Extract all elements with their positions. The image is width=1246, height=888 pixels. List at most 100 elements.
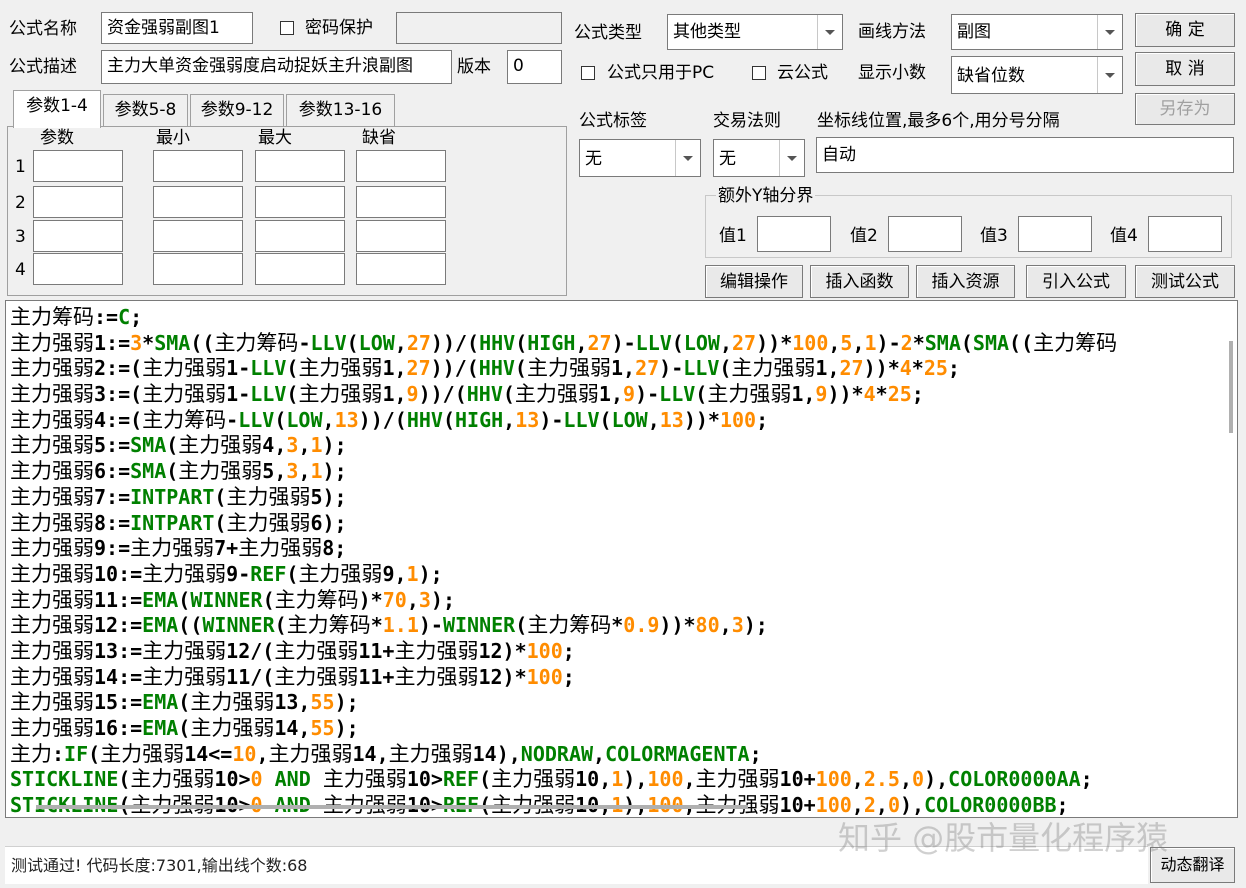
formula-tag-label: 公式标签 bbox=[579, 111, 647, 131]
y4-input[interactable] bbox=[1148, 216, 1222, 252]
code-line: 主力强弱9:=主力强弱7+主力强弱8; bbox=[10, 536, 347, 561]
trade-rule-label: 交易法则 bbox=[713, 111, 781, 131]
formula-type-select[interactable]: 其他类型 bbox=[667, 14, 843, 50]
formula-desc-label: 公式描述 bbox=[9, 57, 77, 77]
chevron-down-icon bbox=[1097, 57, 1122, 93]
code-line: 主力强弱5:=SMA(主力强弱4,3,1); bbox=[10, 433, 347, 458]
formula-name-label: 公式名称 bbox=[9, 19, 77, 39]
cloud-formula-label: 云公式 bbox=[777, 63, 828, 83]
code-line: 主力强弱6:=SMA(主力强弱5,3,1); bbox=[10, 459, 347, 484]
y2-label: 值2 bbox=[850, 226, 878, 246]
y2-input[interactable] bbox=[888, 216, 962, 252]
insert-function-button[interactable]: 插入函数 bbox=[810, 265, 909, 298]
param-4-name[interactable] bbox=[33, 253, 123, 285]
param-2-min[interactable] bbox=[153, 186, 243, 218]
tab-params-9-12[interactable]: 参数9-12 bbox=[190, 94, 284, 126]
param-1-default[interactable] bbox=[356, 150, 446, 182]
version-label: 版本 bbox=[457, 57, 491, 77]
code-line: 主力强弱8:=INTPART(主力强弱6); bbox=[10, 510, 347, 535]
y4-label: 值4 bbox=[1110, 226, 1138, 246]
y3-input[interactable] bbox=[1018, 216, 1092, 252]
code-line: 主力强弱15:=EMA(主力强弱13,55); bbox=[10, 690, 359, 715]
axis-position-input[interactable]: 自动 bbox=[816, 137, 1234, 173]
code-line: 主力强弱11:=EMA(WINNER(主力筹码)*70,3); bbox=[10, 587, 456, 612]
tab-params-5-8[interactable]: 参数5-8 bbox=[103, 94, 188, 126]
formula-desc-input[interactable]: 主力大单资金强弱度启动捉妖主升浪副图 bbox=[101, 50, 452, 84]
code-line: 主力:IF(主力强弱14<=10,主力强弱14,主力强弱14),NODRAW,C… bbox=[10, 741, 762, 766]
param-row-label: 4 bbox=[15, 260, 26, 280]
trade-rule-select[interactable]: 无 bbox=[713, 139, 805, 177]
pc-only-label: 公式只用于PC bbox=[607, 63, 715, 83]
param-1-name[interactable] bbox=[33, 150, 123, 182]
password-input[interactable] bbox=[396, 12, 562, 44]
formula-type-value: 其他类型 bbox=[673, 22, 741, 42]
trade-rule-value: 无 bbox=[719, 149, 736, 169]
decimals-label: 显示小数 bbox=[858, 63, 926, 83]
ok-button[interactable]: 确 定 bbox=[1135, 13, 1235, 47]
code-editor[interactable]: 主力筹码:=C; 主力强弱1:=3*SMA((主力筹码-LLV(LOW,27))/… bbox=[5, 300, 1238, 818]
test-formula-button[interactable]: 测试公式 bbox=[1135, 265, 1235, 298]
formula-tag-select[interactable]: 无 bbox=[579, 139, 701, 177]
draw-method-label: 画线方法 bbox=[858, 22, 926, 42]
watermark-text: 知乎 @股市量化程序猿 bbox=[838, 819, 1169, 857]
param-3-min[interactable] bbox=[153, 220, 243, 252]
param-header-default: 缺省 bbox=[362, 128, 396, 148]
pc-only-checkbox[interactable] bbox=[581, 66, 595, 80]
version-input[interactable]: 0 bbox=[507, 50, 562, 84]
param-2-max[interactable] bbox=[255, 186, 345, 218]
code-line: 主力强弱10:=主力强弱9-REF(主力强弱9,1); bbox=[10, 561, 443, 586]
param-2-default[interactable] bbox=[356, 186, 446, 218]
param-4-max[interactable] bbox=[255, 253, 345, 285]
code-line: 主力强弱16:=EMA(主力强弱14,55); bbox=[10, 716, 359, 740]
edit-operation-button[interactable]: 编辑操作 bbox=[705, 265, 803, 298]
param-4-min[interactable] bbox=[153, 253, 243, 285]
param-4-default[interactable] bbox=[356, 253, 446, 285]
code-text: 主力筹码:=C; 主力强弱1:=3*SMA((主力筹码-LLV(LOW,27))/… bbox=[10, 305, 1217, 817]
param-2-name[interactable] bbox=[33, 186, 123, 218]
y1-label: 值1 bbox=[719, 226, 747, 246]
param-3-default[interactable] bbox=[356, 220, 446, 252]
code-line: STICKLINE(主力强弱10>0 AND 主力强弱10>REF(主力强弱10… bbox=[10, 767, 1093, 792]
formula-type-label: 公式类型 bbox=[574, 23, 642, 43]
chevron-down-icon bbox=[675, 140, 700, 176]
param-header-name: 参数 bbox=[40, 128, 74, 148]
y1-input[interactable] bbox=[757, 216, 831, 252]
code-line: 主力强弱3:=(主力强弱1-LLV(主力强弱1,9))/(HHV(主力强弱1,9… bbox=[10, 382, 924, 407]
password-protect-checkbox[interactable] bbox=[280, 21, 294, 35]
decimals-select[interactable]: 缺省位数 bbox=[951, 56, 1123, 94]
code-line: 主力强弱14:=主力强弱11/(主力强弱11+主力强弱12)*100; bbox=[10, 664, 575, 689]
import-formula-button[interactable]: 引入公式 bbox=[1026, 265, 1126, 298]
param-row-label: 3 bbox=[15, 227, 26, 247]
tab-params-13-16[interactable]: 参数13-16 bbox=[286, 94, 395, 126]
param-row-label: 2 bbox=[15, 193, 26, 213]
formula-name-input[interactable]: 资金强弱副图1 bbox=[101, 12, 253, 44]
formula-tag-value: 无 bbox=[585, 149, 602, 169]
chevron-down-icon bbox=[817, 15, 842, 49]
draw-method-select[interactable]: 副图 bbox=[951, 14, 1123, 50]
y3-label: 值3 bbox=[980, 226, 1008, 246]
decimals-value: 缺省位数 bbox=[957, 66, 1025, 86]
tab-params-1-4[interactable]: 参数1-4 bbox=[13, 90, 101, 128]
code-line: 主力强弱12:=EMA((WINNER(主力筹码*1.1)-WINNER(主力筹… bbox=[10, 613, 768, 638]
cloud-formula-checkbox[interactable] bbox=[752, 66, 766, 80]
password-protect-label: 密码保护 bbox=[305, 18, 373, 38]
insert-resource-button[interactable]: 插入资源 bbox=[916, 265, 1015, 298]
horizontal-scrollbar[interactable] bbox=[36, 805, 748, 809]
vertical-scrollbar[interactable] bbox=[1229, 341, 1233, 433]
param-header-min: 最小 bbox=[156, 128, 190, 148]
param-1-min[interactable] bbox=[153, 150, 243, 182]
chevron-down-icon bbox=[779, 140, 804, 176]
chevron-down-icon bbox=[1097, 15, 1122, 49]
code-line: 主力强弱1:=3*SMA((主力筹码-LLV(LOW,27))/(HHV(HIG… bbox=[10, 330, 1118, 355]
code-line: 主力强弱2:=(主力强弱1-LLV(主力强弱1,27))/(HHV(主力强弱1,… bbox=[10, 356, 960, 381]
param-3-name[interactable] bbox=[33, 220, 123, 252]
param-3-max[interactable] bbox=[255, 220, 345, 252]
param-1-max[interactable] bbox=[255, 150, 345, 182]
code-line: 主力强弱4:=(主力筹码-LLV(LOW,13))/(HHV(HIGH,13)-… bbox=[10, 407, 769, 432]
axis-position-label: 坐标线位置,最多6个,用分号分隔 bbox=[817, 111, 1060, 131]
code-line: 主力强弱13:=主力强弱12/(主力强弱11+主力强弱12)*100; bbox=[10, 638, 575, 663]
save-as-button[interactable]: 另存为 bbox=[1135, 93, 1235, 125]
cancel-button[interactable]: 取 消 bbox=[1135, 52, 1235, 86]
code-line: 主力筹码:=C; bbox=[10, 305, 143, 329]
y-axis-group-label: 额外Y轴分界 bbox=[716, 185, 816, 207]
